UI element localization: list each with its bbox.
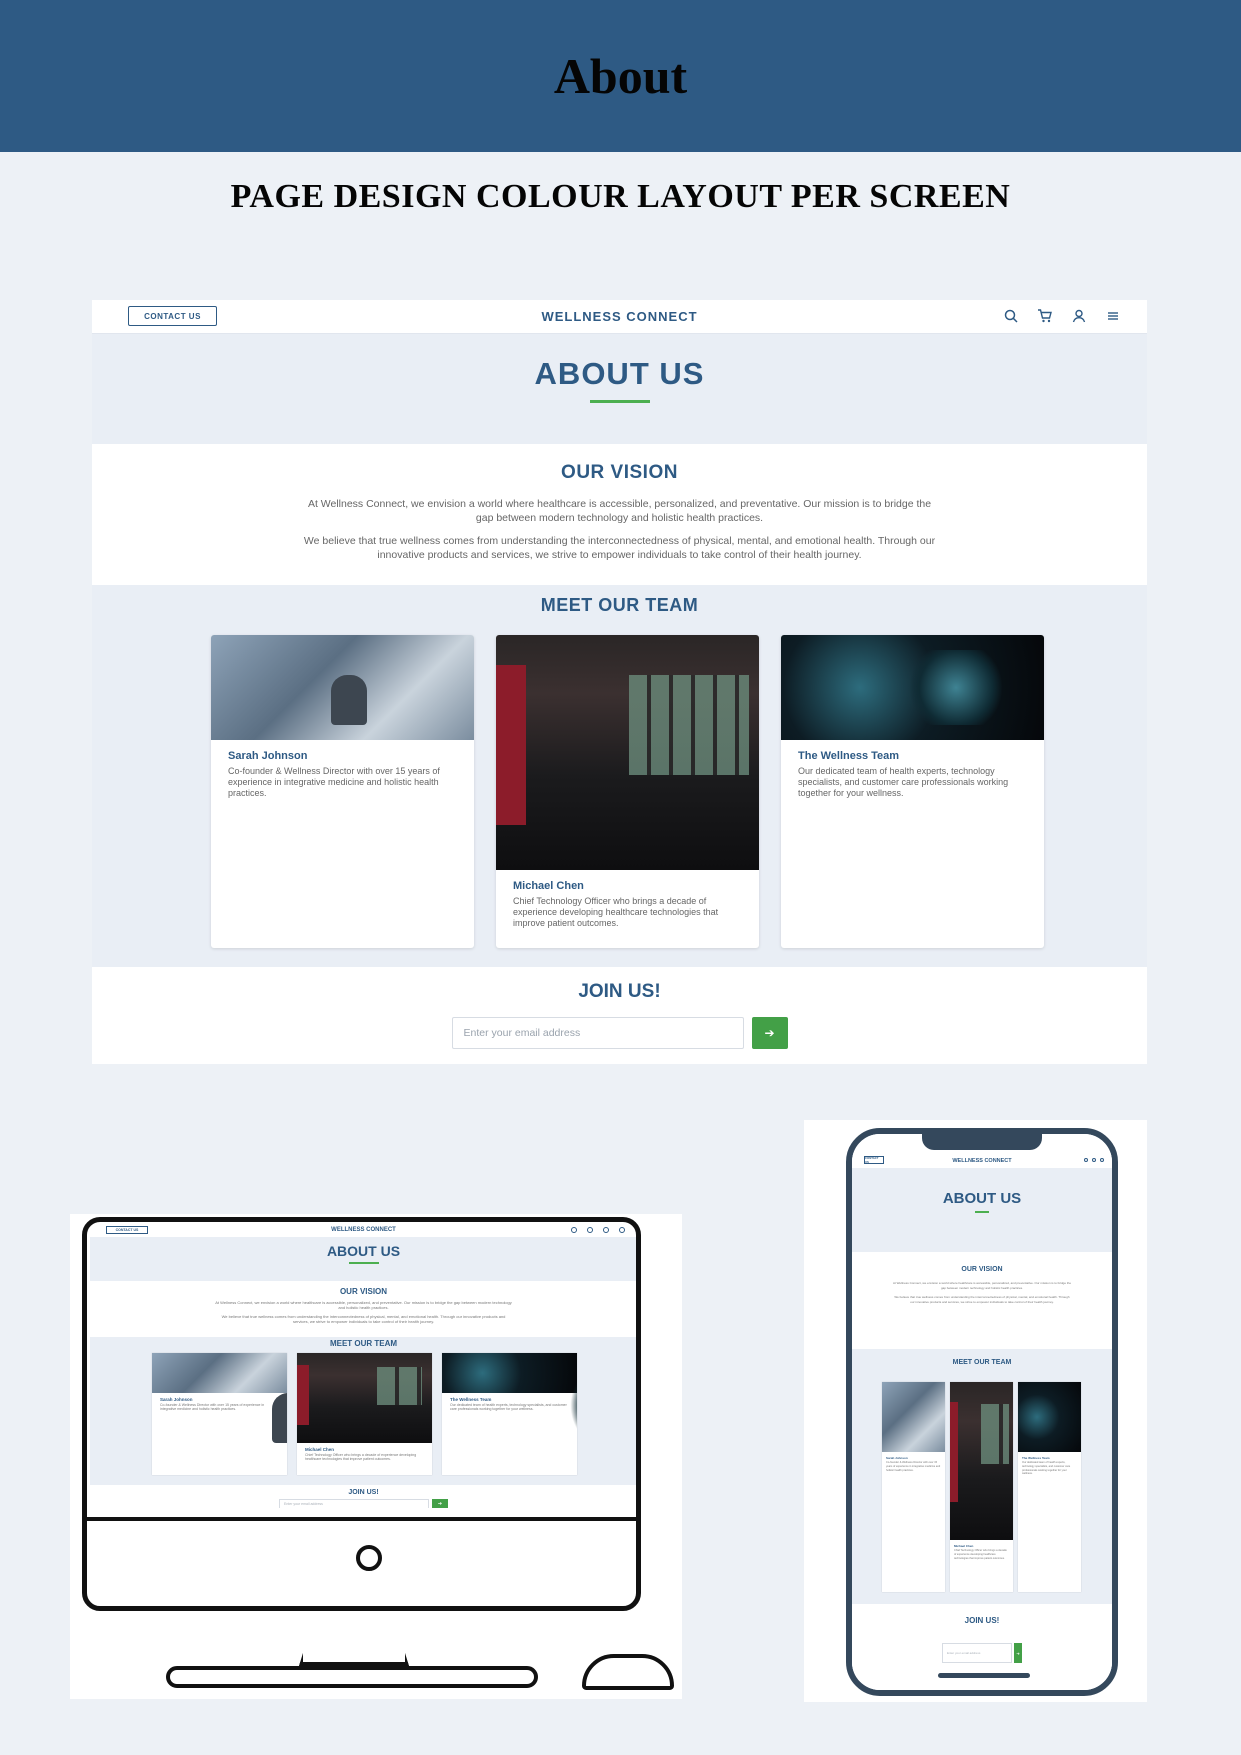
phone-frame: CONTACT US WELLNESS CONNECT ABOUT US OUR… [846,1128,1118,1696]
user-icon[interactable] [1071,308,1087,324]
team-heading: MEET OUR TEAM [540,595,699,615]
mobile-card-3: The Wellness Team Our dedicated team of … [1018,1382,1081,1592]
site-navbar: CONTACT US WELLNESS CONNECT [92,300,1147,334]
mouse-icon [582,1654,674,1690]
search-icon[interactable] [1003,308,1019,324]
desktop-mockup: CONTACT US WELLNESS CONNECT ABOUT US OUR… [70,1214,682,1699]
team-member-name: Michael Chen [513,880,584,892]
mobile-vision-heading: OUR VISION [961,1266,1003,1273]
team-member-desc: Chief Technology Officer who brings a de… [513,896,719,928]
mobile-card-2: Michael Chen Chief Technology Officer wh… [950,1382,1013,1592]
vision-paragraph-2: We believe that true wellness comes from… [303,535,936,561]
team-card-wellness-team[interactable]: The Wellness Team Our dedicated team of … [781,635,1044,948]
about-heading: ABOUT US [534,356,705,391]
mobile-nav-icons [1084,1158,1104,1162]
nav-icons [1003,308,1121,324]
mobile-team-heading: MEET OUR TEAM [952,1359,1012,1366]
monitor-frame [82,1217,641,1611]
team-member-name: Sarah Johnson [228,750,308,762]
tech-photo [781,635,1044,740]
team-card-michael[interactable]: Michael Chen Chief Technology Officer wh… [496,635,759,948]
mobile-vision-p1: At Wellness Connect, we envision a world… [892,1281,1072,1290]
mobile-brand: WELLNESS CONNECT [952,1158,1012,1164]
mobile-mockup: CONTACT US WELLNESS CONNECT ABOUT US OUR… [804,1120,1147,1702]
phone-home-indicator [938,1673,1030,1678]
page-subtitle: PAGE DESIGN COLOUR LAYOUT PER SCREEN [230,178,1011,215]
arrow-right-icon: ➔ [764,1026,775,1040]
join-heading: JOIN US! [578,981,661,1002]
team-card-sarah[interactable]: Sarah Johnson Co-founder & Wellness Dire… [211,635,474,948]
menu-icon[interactable] [1105,308,1121,324]
control-room-photo [496,635,759,870]
lab-photo [211,635,474,740]
mobile-join-heading: JOIN US! [964,1616,1000,1625]
heading-underline [589,400,650,403]
vision-heading: OUR VISION [561,462,678,483]
monitor-base [166,1666,538,1688]
vision-section: OUR VISION At Wellness Connect, we envis… [92,444,1147,585]
monitor-stand [299,1612,409,1666]
mobile-card-1: Sarah Johnson Co-founder & Wellness Dire… [882,1382,945,1592]
cart-icon[interactable] [1037,308,1053,324]
website-screenshot: CONTACT US WELLNESS CONNECT ABOUT US OUR… [92,300,1147,1064]
team-member-desc: Co-founder & Wellness Director with over… [228,766,440,798]
team-section: MEET OUR TEAM Sarah Johnson Co-founder &… [92,585,1147,967]
subscribe-button[interactable]: ➔ [751,1017,788,1049]
about-hero: ABOUT US [92,334,1147,444]
mobile-email-input: Enter your email address [942,1643,1012,1663]
mobile-screen: CONTACT US WELLNESS CONNECT ABOUT US OUR… [852,1134,1112,1690]
page-title: About [553,48,688,104]
mobile-subscribe-button: ➔ [1014,1643,1022,1663]
join-section: JOIN US! Enter your email address ➔ [92,967,1147,1064]
mobile-vision-p2: We believe that true wellness comes from… [894,1295,1070,1304]
monitor-power-dot [356,1545,382,1571]
page-banner: About [0,0,1241,152]
vision-paragraph-1: At Wellness Connect, we envision a world… [307,498,932,524]
mobile-about-heading: ABOUT US [942,1190,1022,1207]
email-input[interactable]: Enter your email address [451,1017,744,1049]
phone-notch [922,1134,1042,1150]
team-member-name: The Wellness Team [798,750,900,762]
site-brand[interactable]: WELLNESS CONNECT [92,309,1147,324]
team-member-desc: Our dedicated team of health experts, te… [798,766,1009,798]
